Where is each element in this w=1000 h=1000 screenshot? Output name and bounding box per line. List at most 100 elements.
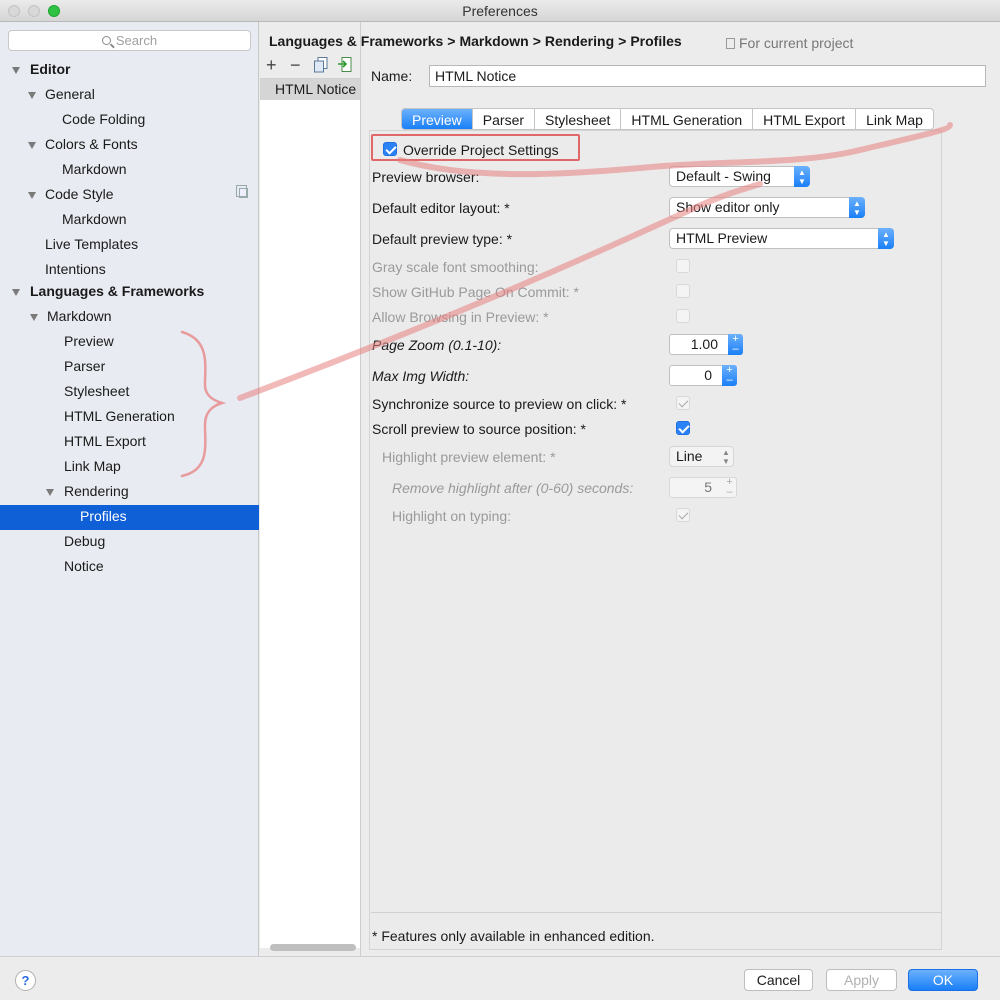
tab-parser[interactable]: Parser bbox=[473, 109, 536, 129]
expand-arrow-icon[interactable] bbox=[28, 142, 36, 149]
breadcrumb-separator: > bbox=[618, 33, 627, 49]
scroll-preview-checkbox[interactable] bbox=[676, 421, 690, 435]
project-scope-icon bbox=[236, 185, 248, 198]
remove-profile-button[interactable]: − bbox=[290, 56, 301, 74]
annotation-highlight-box bbox=[371, 134, 580, 161]
editor-layout-value: Show editor only bbox=[676, 199, 780, 215]
scroll-preview-label: Scroll preview to source position: * bbox=[372, 421, 586, 437]
import-profile-icon[interactable] bbox=[338, 57, 352, 73]
expand-arrow-icon[interactable] bbox=[28, 92, 36, 99]
expand-arrow-icon[interactable] bbox=[30, 314, 38, 321]
tree-item-editor[interactable]: Editor bbox=[30, 57, 70, 82]
editor-layout-select[interactable]: Show editor only ▲ ▼ bbox=[669, 197, 865, 218]
tree-item-code-style-markdown[interactable]: Markdown bbox=[62, 207, 127, 232]
copy-profile-icon[interactable] bbox=[314, 57, 328, 73]
tree-item-profiles[interactable]: Profiles bbox=[80, 504, 127, 529]
tree-item-preview[interactable]: Preview bbox=[64, 329, 114, 354]
gray-scale-checkbox[interactable] bbox=[676, 259, 690, 273]
allow-browsing-label: Allow Browsing in Preview: * bbox=[372, 309, 549, 325]
profiles-panel: + − HTML Notice bbox=[260, 22, 361, 956]
expand-arrow-icon[interactable] bbox=[12, 289, 20, 296]
tab-link-map[interactable]: Link Map bbox=[856, 109, 933, 129]
profiles-list: HTML Notice bbox=[260, 78, 360, 948]
preview-type-select[interactable]: HTML Preview ▲ ▼ bbox=[669, 228, 894, 249]
expand-arrow-icon[interactable] bbox=[12, 67, 20, 74]
tree-item-notice[interactable]: Notice bbox=[64, 554, 104, 579]
tree-item-link-map[interactable]: Link Map bbox=[64, 454, 121, 479]
preview-type-label: Default preview type: * bbox=[372, 231, 513, 247]
profiles-toolbar: + − bbox=[260, 52, 361, 80]
github-page-label: Show GitHub Page On Commit: * bbox=[372, 284, 579, 300]
chevron-updown-icon: ▲ ▼ bbox=[722, 448, 730, 466]
add-profile-button[interactable]: + bbox=[266, 56, 277, 74]
tree-item-parser[interactable]: Parser bbox=[64, 354, 105, 379]
footnote-divider bbox=[371, 912, 942, 913]
profile-name-field[interactable]: HTML Notice bbox=[429, 65, 986, 87]
apply-button[interactable]: Apply bbox=[826, 969, 897, 991]
remove-highlight-spinner[interactable]: 5 + – bbox=[669, 477, 737, 498]
breadcrumb-item: Rendering bbox=[544, 33, 615, 49]
cancel-button[interactable]: Cancel bbox=[744, 969, 813, 991]
highlight-element-label: Highlight preview element: * bbox=[382, 449, 556, 465]
page-zoom-value: 1.00 bbox=[690, 336, 718, 352]
preview-settings-panel bbox=[369, 130, 942, 950]
remove-highlight-value: 5 bbox=[704, 479, 712, 495]
max-img-width-value: 0 bbox=[704, 367, 712, 383]
highlight-typing-label: Highlight on typing: bbox=[392, 508, 512, 524]
tree-item-debug[interactable]: Debug bbox=[64, 529, 105, 554]
scope-label: For current project bbox=[739, 35, 854, 51]
tab-html-generation[interactable]: HTML Generation bbox=[621, 109, 754, 129]
tree-item-colors-markdown[interactable]: Markdown bbox=[62, 157, 127, 182]
stepper-icon[interactable]: + – bbox=[728, 334, 743, 355]
sync-source-checkbox[interactable] bbox=[676, 396, 690, 410]
breadcrumb-item: Profiles bbox=[630, 33, 682, 49]
search-input[interactable]: Search bbox=[8, 30, 251, 51]
tree-item-rendering[interactable]: Rendering bbox=[64, 479, 129, 504]
tree-item-code-style[interactable]: Code Style bbox=[45, 182, 113, 207]
breadcrumb-separator: > bbox=[447, 33, 456, 49]
highlight-typing-checkbox[interactable] bbox=[676, 508, 690, 522]
tree-item-code-folding[interactable]: Code Folding bbox=[62, 107, 145, 132]
stepper-icon[interactable]: + – bbox=[722, 365, 737, 386]
main-content: Languages & Frameworks > Markdown > Renderin… bbox=[269, 22, 1000, 956]
help-button[interactable]: ? bbox=[15, 970, 36, 991]
breadcrumb-item: Languages & Frameworks bbox=[269, 33, 444, 49]
remove-highlight-label: Remove highlight after (0-60) seconds: bbox=[392, 480, 634, 496]
github-page-checkbox[interactable] bbox=[676, 284, 690, 298]
page-zoom-label: Page Zoom (0.1-10): bbox=[372, 337, 502, 353]
ok-button[interactable]: OK bbox=[908, 969, 978, 991]
page-zoom-spinner[interactable]: 1.00 + – bbox=[669, 334, 743, 355]
preview-browser-select[interactable]: Default - Swing ▲ ▼ bbox=[669, 166, 810, 187]
scope-indicator: For current project bbox=[726, 35, 853, 51]
highlight-element-select[interactable]: Line ▲ ▼ bbox=[669, 446, 734, 467]
chevron-updown-icon: ▲ ▼ bbox=[849, 197, 865, 218]
expand-arrow-icon[interactable] bbox=[28, 192, 36, 199]
tree-item-live-templates[interactable]: Live Templates bbox=[45, 232, 138, 257]
tree-item-stylesheet[interactable]: Stylesheet bbox=[64, 379, 129, 404]
tree-item-colors-fonts[interactable]: Colors & Fonts bbox=[45, 132, 138, 157]
tree-item-html-generation[interactable]: HTML Generation bbox=[64, 404, 175, 429]
tab-html-export[interactable]: HTML Export bbox=[753, 109, 857, 129]
preview-type-value: HTML Preview bbox=[676, 230, 768, 246]
breadcrumb-item: Markdown bbox=[459, 33, 529, 49]
stepper-icon[interactable]: + – bbox=[722, 477, 737, 498]
preview-browser-value: Default - Swing bbox=[676, 168, 771, 184]
expand-arrow-icon[interactable] bbox=[46, 489, 54, 496]
highlight-element-value: Line bbox=[676, 448, 703, 464]
max-img-width-label: Max Img Width: bbox=[372, 368, 470, 384]
project-scope-icon bbox=[726, 38, 735, 49]
title-bar: Preferences bbox=[0, 0, 1000, 22]
tree-item-general[interactable]: General bbox=[45, 82, 95, 107]
horizontal-scrollbar[interactable] bbox=[270, 944, 356, 951]
max-img-width-spinner[interactable]: 0 + – bbox=[669, 365, 737, 386]
breadcrumb-separator: > bbox=[532, 33, 541, 49]
tab-preview[interactable]: Preview bbox=[402, 109, 473, 129]
tree-item-markdown[interactable]: Markdown bbox=[47, 304, 112, 329]
settings-sidebar: Search Editor General Code Folding Color… bbox=[0, 22, 259, 956]
profile-item-html-notice[interactable]: HTML Notice bbox=[260, 79, 360, 100]
tree-item-languages-frameworks[interactable]: Languages & Frameworks bbox=[30, 279, 204, 304]
allow-browsing-checkbox[interactable] bbox=[676, 309, 690, 323]
tree-item-html-export[interactable]: HTML Export bbox=[64, 429, 146, 454]
window-title: Preferences bbox=[462, 3, 538, 19]
tab-stylesheet[interactable]: Stylesheet bbox=[535, 109, 622, 129]
